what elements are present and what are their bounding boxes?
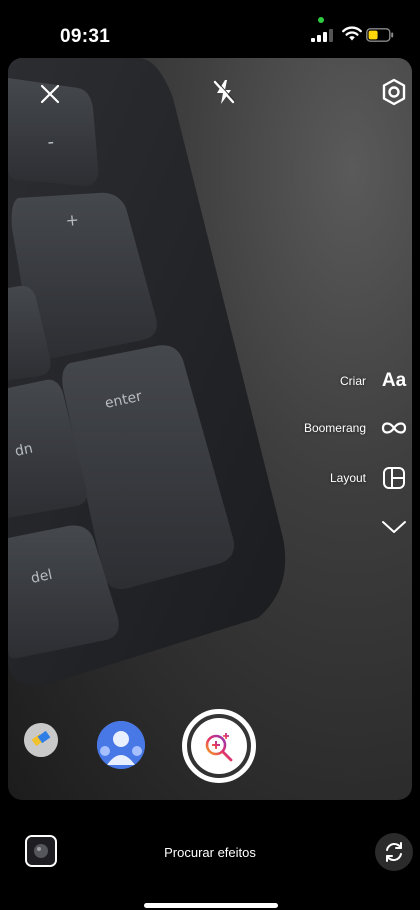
effect-preview-icon [24, 723, 58, 757]
flip-camera-icon [386, 842, 402, 862]
side-menu-label: Layout [329, 471, 366, 485]
side-menu-criar[interactable]: Criar Aa [340, 364, 408, 398]
settings-icon [382, 78, 406, 106]
flash-off-icon [213, 80, 235, 104]
battery-icon [366, 28, 394, 42]
status-time: 09:31 [60, 26, 111, 47]
side-menu-more-button[interactable] [380, 510, 408, 544]
layout-icon [380, 464, 408, 492]
home-indicator[interactable] [144, 903, 278, 908]
search-effects-icon [205, 733, 233, 762]
capture-button-inner [191, 718, 247, 774]
capture-button[interactable] [182, 709, 256, 783]
key-legend: + [65, 210, 80, 230]
camera-in-use-indicator [318, 17, 324, 23]
effect-thumbnail[interactable] [97, 721, 145, 769]
search-effects-label[interactable]: Procurar efeitos [0, 845, 420, 860]
effect-avatar-icon [97, 721, 145, 769]
chevron-down-icon [380, 513, 408, 541]
boomerang-icon [380, 414, 408, 442]
status-bar: 09:31 [0, 0, 420, 56]
text-create-icon: Aa [381, 370, 407, 391]
flip-camera-button[interactable] [375, 833, 413, 871]
close-button[interactable] [30, 74, 70, 114]
close-icon [40, 84, 60, 104]
settings-button[interactable] [374, 72, 412, 112]
flash-toggle-button[interactable] [204, 72, 244, 112]
side-menu-label: Criar [340, 374, 366, 388]
camera-viewport[interactable]: - + enter dn del Criar Aa Boomerang Layo… [8, 58, 412, 800]
side-menu-layout[interactable]: Layout [330, 461, 408, 495]
cellular-signal-icon [311, 29, 333, 42]
effect-thumbnail[interactable] [24, 723, 58, 757]
wifi-icon [342, 26, 362, 41]
side-menu-boomerang[interactable]: Boomerang [304, 411, 408, 445]
side-menu-label: Boomerang [303, 421, 366, 435]
